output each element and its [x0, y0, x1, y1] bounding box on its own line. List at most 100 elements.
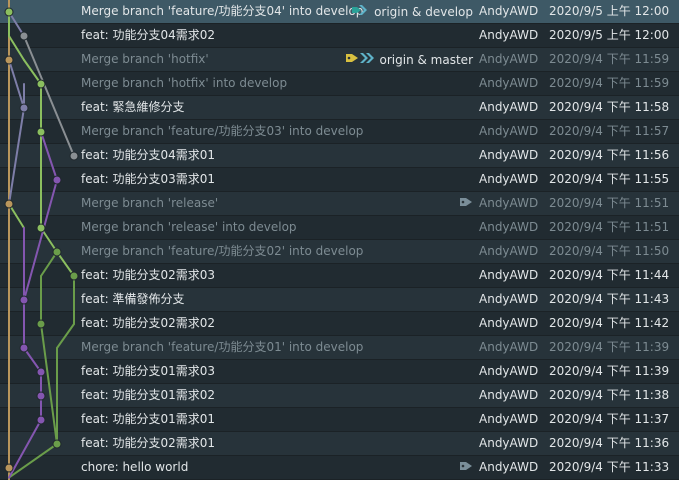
commit-author: AndyAWD: [479, 124, 539, 138]
commit-node[interactable]: [36, 223, 46, 233]
commit-message: chore: hello world: [81, 460, 189, 474]
graph-edge: [56, 323, 75, 349]
commit-message: Merge branch 'feature/功能分支01' into devel…: [81, 340, 364, 354]
commit-author: AndyAWD: [479, 196, 539, 210]
commit-message: Merge branch 'feature/功能分支02' into devel…: [81, 244, 364, 258]
commit-row[interactable]: feat: 功能分支02需求02 AndyAWD 2020/9/4 下午 11:42: [0, 312, 679, 336]
commit-row[interactable]: feat: 功能分支01需求01 AndyAWD 2020/9/4 下午 11:37: [0, 408, 679, 432]
commit-message: feat: 緊急維修分支: [81, 100, 185, 114]
commit-node[interactable]: [69, 151, 79, 161]
ref-label: origin & master: [379, 52, 473, 67]
commit-message: feat: 功能分支04需求02: [81, 28, 216, 42]
commit-author: AndyAWD: [479, 460, 539, 474]
ref-labels[interactable]: [459, 192, 473, 215]
commit-date: 2020/9/4 下午 11:58: [549, 100, 670, 114]
commit-node[interactable]: [36, 319, 46, 329]
commit-date: 2020/9/4 下午 11:57: [549, 124, 670, 138]
graph-edge: [8, 107, 25, 205]
commit-date: 2020/9/4 下午 11:42: [549, 316, 670, 330]
commit-node[interactable]: [4, 55, 14, 65]
commit-node[interactable]: [36, 391, 46, 401]
commit-row[interactable]: feat: 功能分支02需求03 AndyAWD 2020/9/4 下午 11:44: [0, 264, 679, 288]
commit-row[interactable]: Merge branch 'feature/功能分支03' into devel…: [0, 120, 679, 144]
commit-author: AndyAWD: [479, 364, 539, 378]
commit-author: AndyAWD: [479, 172, 539, 186]
commit-row[interactable]: feat: 功能分支03需求01 AndyAWD 2020/9/4 下午 11:55: [0, 168, 679, 192]
commit-message: feat: 功能分支01需求01: [81, 412, 216, 426]
commit-message: Merge branch 'feature/功能分支04' into devel…: [81, 4, 364, 18]
commit-message: feat: 功能分支02需求01: [81, 436, 216, 450]
commit-row[interactable]: Merge branch 'release' into develop AndyA…: [0, 216, 679, 240]
ref-labels[interactable]: origin & develop: [351, 0, 473, 23]
commit-author: AndyAWD: [479, 340, 539, 354]
commit-message: feat: 功能分支02需求02: [81, 316, 216, 330]
commit-node[interactable]: [52, 175, 62, 185]
commit-date: 2020/9/4 下午 11:33: [549, 460, 670, 474]
commit-author: AndyAWD: [479, 268, 539, 282]
commit-date: 2020/9/4 下午 11:51: [549, 220, 670, 234]
commit-date: 2020/9/4 下午 11:56: [549, 148, 670, 162]
commit-row[interactable]: Merge branch 'feature/功能分支01' into devel…: [0, 336, 679, 360]
ref-labels[interactable]: origin & master: [345, 48, 473, 71]
commit-node[interactable]: [52, 247, 62, 257]
commit-date: 2020/9/4 下午 11:55: [549, 172, 670, 186]
commit-node[interactable]: [19, 31, 29, 41]
commit-author: AndyAWD: [479, 4, 539, 18]
branch-chevron-teal-icon: [351, 4, 369, 19]
commit-row[interactable]: Merge branch 'feature/功能分支04' into devel…: [0, 0, 679, 24]
commit-message: feat: 功能分支02需求03: [81, 268, 216, 282]
commit-message: feat: 功能分支03需求01: [81, 172, 216, 186]
commit-author: AndyAWD: [479, 148, 539, 162]
commit-row[interactable]: Merge branch 'feature/功能分支02' into devel…: [0, 240, 679, 264]
ref-labels[interactable]: [459, 456, 473, 479]
commit-row[interactable]: feat: 準備發佈分支 AndyAWD 2020/9/4 下午 11:43: [0, 288, 679, 312]
branch-graph: [4, 0, 79, 480]
commit-author: AndyAWD: [479, 100, 539, 114]
commit-row[interactable]: chore: hello world AndyAWD 2020/9/4 下午 11:…: [0, 456, 679, 480]
commit-message: Merge branch 'release': [81, 196, 219, 210]
commit-date: 2020/9/4 下午 11:39: [549, 340, 670, 354]
commit-date: 2020/9/4 下午 11:39: [549, 364, 670, 378]
commit-node[interactable]: [36, 367, 46, 377]
graph-edge: [23, 35, 75, 157]
commit-message: Merge branch 'feature/功能分支03' into devel…: [81, 124, 364, 138]
commit-node[interactable]: [19, 295, 29, 305]
commit-message: Merge branch 'hotfix' into develop: [81, 76, 288, 90]
commit-author: AndyAWD: [479, 436, 539, 450]
tag-and-branch-chevron-icon: [345, 52, 375, 67]
commit-date: 2020/9/4 下午 11:38: [549, 388, 670, 402]
tag-icon: [459, 196, 473, 211]
commit-row[interactable]: Merge branch 'hotfix' into develop AndyAW…: [0, 72, 679, 96]
commit-node[interactable]: [19, 103, 29, 113]
commit-history-view: Merge branch 'feature/功能分支04' into devel…: [0, 0, 679, 480]
commit-node[interactable]: [52, 439, 62, 449]
commit-row[interactable]: feat: 功能分支01需求03 AndyAWD 2020/9/4 下午 11:39: [0, 360, 679, 384]
commit-author: AndyAWD: [479, 244, 539, 258]
commit-author: AndyAWD: [479, 292, 539, 306]
commit-node[interactable]: [4, 7, 14, 17]
commit-row[interactable]: feat: 功能分支04需求02 AndyAWD 2020/9/5 上午 12:00: [0, 24, 679, 48]
commit-row[interactable]: Merge branch 'hotfix' origin & master Andy…: [0, 48, 679, 72]
commit-node[interactable]: [69, 271, 79, 281]
commit-date: 2020/9/4 下午 11:51: [549, 196, 670, 210]
commit-node[interactable]: [19, 343, 29, 353]
commit-date: 2020/9/4 下午 11:36: [549, 436, 670, 450]
commit-author: AndyAWD: [479, 28, 539, 42]
commit-row[interactable]: Merge branch 'release' AndyAWD 2020/9/4 下午…: [0, 192, 679, 216]
commit-message: feat: 準備發佈分支: [81, 292, 185, 306]
commit-node[interactable]: [36, 127, 46, 137]
commit-node[interactable]: [36, 415, 46, 425]
commit-node[interactable]: [4, 463, 14, 473]
commit-date: 2020/9/4 下午 11:43: [549, 292, 670, 306]
commit-date: 2020/9/5 上午 12:00: [549, 4, 670, 18]
graph-edge: [8, 59, 25, 109]
commit-row[interactable]: feat: 功能分支02需求01 AndyAWD 2020/9/4 下午 11:36: [0, 432, 679, 456]
commit-row[interactable]: feat: 功能分支01需求02 AndyAWD 2020/9/4 下午 11:38: [0, 384, 679, 408]
commit-row[interactable]: feat: 緊急維修分支 AndyAWD 2020/9/4 下午 11:58: [0, 96, 679, 120]
commit-node[interactable]: [36, 79, 46, 89]
commit-node[interactable]: [4, 199, 14, 209]
commit-message: Merge branch 'release' into develop: [81, 220, 297, 234]
commit-row[interactable]: feat: 功能分支04需求01 AndyAWD 2020/9/4 下午 11:56: [0, 144, 679, 168]
commit-author: AndyAWD: [479, 388, 539, 402]
commit-date: 2020/9/4 下午 11:59: [549, 76, 670, 90]
